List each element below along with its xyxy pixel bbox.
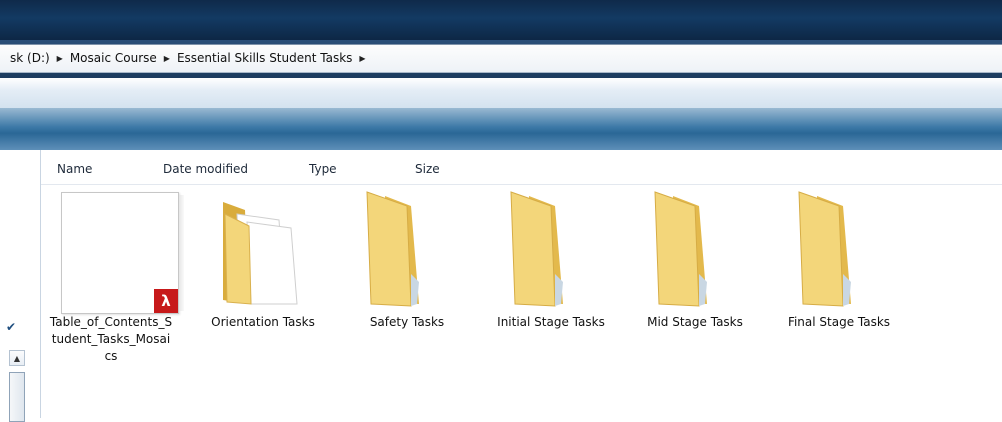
breadcrumb[interactable]: sk (D:) ▶ Mosaic Course ▶ Essential Skil… [0, 44, 1002, 73]
pdf-file-icon: λ [61, 192, 184, 314]
column-header-row: Name Date modified Type Size [41, 156, 1002, 185]
breadcrumb-arrow-icon[interactable]: ▶ [356, 54, 368, 63]
navigation-pane: ✔ ▲ [0, 150, 41, 422]
folder-icon [798, 191, 851, 307]
folder-item-initial-stage-tasks[interactable]: Initial Stage Tasks [481, 186, 621, 331]
file-list: Name Date modified Type Size λ Table_of_… [41, 150, 1002, 418]
item-label: Mid Stage Tasks [647, 315, 743, 329]
scroll-up-button[interactable]: ▲ [9, 350, 25, 366]
window-title-bar [0, 0, 1002, 40]
column-name[interactable]: Name [57, 162, 92, 176]
item-label: Final Stage Tasks [787, 315, 891, 329]
column-type[interactable]: Type [309, 162, 337, 176]
menu-strip [0, 78, 1002, 109]
folder-icon [366, 191, 419, 307]
breadcrumb-drive[interactable]: sk (D:) [6, 51, 54, 65]
breadcrumb-arrow-icon[interactable]: ▶ [54, 54, 66, 63]
folder-item-safety-tasks[interactable]: Safety Tasks [337, 186, 477, 331]
column-date-modified[interactable]: Date modified [163, 162, 248, 176]
folder-item-final-stage-tasks[interactable]: Final Stage Tasks [769, 186, 909, 331]
folder-icon [510, 191, 563, 307]
column-size[interactable]: Size [415, 162, 440, 176]
scrollbar-thumb[interactable] [9, 372, 25, 422]
folder-icon [654, 191, 707, 307]
breadcrumb-arrow-icon[interactable]: ▶ [161, 54, 173, 63]
folder-with-documents-icon [223, 202, 298, 305]
item-label: Orientation Tasks [211, 315, 315, 329]
address-bar: sk (D:) ▶ Mosaic Course ▶ Essential Skil… [0, 40, 1002, 78]
file-item-table-of-contents[interactable]: λ Table_of_Contents_Student_Tasks_Mosaic… [41, 186, 184, 365]
item-label: Safety Tasks [369, 315, 445, 329]
command-bar [0, 108, 1002, 151]
acrobat-icon: λ [154, 289, 178, 313]
breadcrumb-essential-skills[interactable]: Essential Skills Student Tasks [173, 51, 356, 65]
folder-item-orientation-tasks[interactable]: Orientation Tasks [193, 186, 333, 331]
item-label: Initial Stage Tasks [497, 315, 605, 329]
folder-item-mid-stage-tasks[interactable]: Mid Stage Tasks [625, 186, 765, 331]
item-label: Table_of_Contents_Student_Tasks_Mosaics [49, 315, 173, 363]
chevron-down-icon[interactable]: ✔ [6, 320, 16, 334]
breadcrumb-mosaic-course[interactable]: Mosaic Course [66, 51, 161, 65]
